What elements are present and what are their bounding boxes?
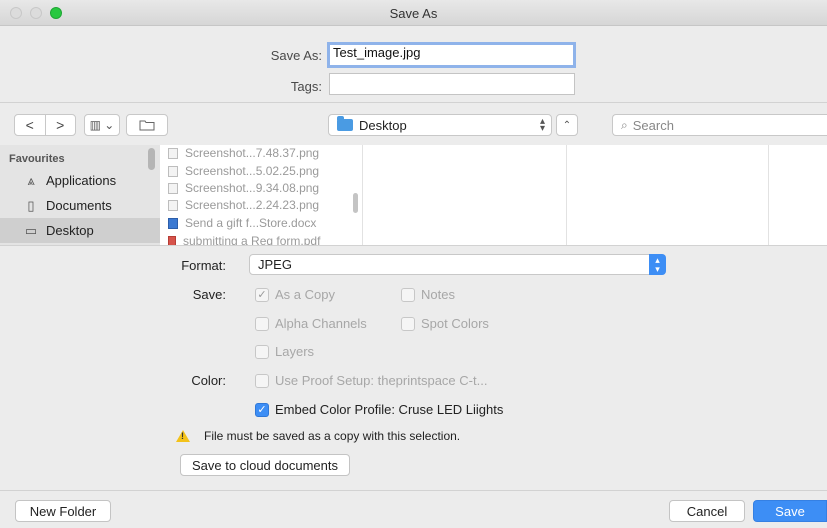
chevron-updown-icon: ▴ ▾ <box>649 254 666 275</box>
alpha-channels-checkbox[interactable]: Alpha Channels <box>255 316 367 331</box>
file-item[interactable]: Screenshot...5.02.25.png <box>168 164 319 178</box>
checkmark-icon: ✓ <box>255 402 269 417</box>
file-name: Screenshot...9.34.08.png <box>185 181 320 195</box>
warning-text: File must be saved as a copy with this s… <box>204 429 461 443</box>
save-options-label: Save: <box>192 287 226 302</box>
column-divider <box>768 145 769 245</box>
applications-icon: ⩓ <box>27 172 35 188</box>
new-folder-button[interactable]: New Folder <box>15 500 111 522</box>
embed-color-profile-checkbox[interactable]: ✓ Embed Color Profile: Cruse LED Liights <box>255 402 503 417</box>
image-file-icon <box>168 165 178 177</box>
chevron-up-icon: ⌃ <box>562 119 572 131</box>
checkbox-box <box>255 344 269 359</box>
sidebar-item-applications[interactable]: ⩓ Applications <box>0 168 160 193</box>
file-item[interactable]: Screenshot...7.48.37.png <box>168 146 319 160</box>
tags-label: Tags: <box>290 79 322 94</box>
layers-checkbox[interactable]: Layers <box>255 344 314 359</box>
format-value: JPEG <box>258 257 292 272</box>
checkbox-label: Embed Color Profile: Cruse LED Liights <box>275 402 504 417</box>
divider <box>0 102 827 103</box>
search-field[interactable]: ⌕ Search <box>612 114 827 136</box>
use-proof-setup-checkbox[interactable]: Use Proof Setup: theprintspace C-t... <box>255 373 487 388</box>
pdf-file-icon <box>168 235 176 245</box>
image-file-icon <box>168 199 178 211</box>
checkbox-label: As a Copy <box>275 287 335 302</box>
back-button[interactable]: < <box>15 115 46 135</box>
title-bar: Save As <box>0 0 827 26</box>
checkbox-box <box>255 373 269 388</box>
checkbox-label: Alpha Channels <box>275 316 367 331</box>
divider <box>0 490 827 491</box>
expand-collapse-button[interactable]: ⌃ <box>556 114 578 136</box>
search-icon: ⌕ <box>621 117 628 132</box>
color-label: Color: <box>191 373 226 388</box>
checkbox-label: Layers <box>275 344 315 359</box>
sidebar-item-desktop[interactable]: ▭ Desktop <box>0 218 160 243</box>
warning-icon: ! <box>176 430 190 442</box>
location-dropdown[interactable]: Desktop ▴ ▾ <box>328 114 552 136</box>
file-browser: Screenshot...7.48.37.png Screenshot...5.… <box>160 145 827 245</box>
as-a-copy-checkbox[interactable]: ✓ As a Copy <box>255 287 335 302</box>
sidebar-item-label: Desktop <box>46 223 94 238</box>
column-divider <box>566 145 567 245</box>
sidebar-item-label: Applications <box>46 173 117 188</box>
new-folder-toolbar-button[interactable] <box>126 114 168 136</box>
file-item[interactable]: Send a gift f...Store.docx <box>168 216 316 230</box>
sidebar-header: Favourites <box>9 153 65 165</box>
file-name: Screenshot...2.24.23.png <box>185 198 320 212</box>
divider <box>0 245 827 246</box>
file-name: Send a gift f...Store.docx <box>185 216 317 230</box>
tags-input[interactable] <box>329 73 575 95</box>
checkbox-label: Notes <box>421 287 455 302</box>
file-item[interactable]: Screenshot...2.24.23.png <box>168 198 319 212</box>
cancel-button[interactable]: Cancel <box>669 500 745 522</box>
checkbox-box <box>401 287 415 302</box>
checkbox-label: Spot Colors <box>421 316 489 331</box>
file-item[interactable]: submitting a Req form.pdf <box>168 234 320 245</box>
checkbox-box <box>401 316 415 331</box>
image-file-icon <box>168 182 178 194</box>
file-list-scrollbar[interactable] <box>353 193 358 213</box>
location-label: Desktop <box>359 117 407 133</box>
image-file-icon <box>168 147 178 159</box>
desktop-icon: ▭ <box>24 222 38 238</box>
documents-icon: ▯ <box>27 197 35 213</box>
warning-message: ! File must be saved as a copy with this… <box>176 429 460 443</box>
view-mode-button[interactable]: ▥ ⌄ <box>84 114 120 136</box>
checkmark-icon: ✓ <box>255 287 269 302</box>
folder-icon <box>337 116 353 131</box>
save-to-cloud-button[interactable]: Save to cloud documents <box>180 454 350 476</box>
sidebar-scrollbar[interactable] <box>148 148 155 170</box>
file-item[interactable]: Screenshot...9.34.08.png <box>168 181 319 195</box>
sidebar-item-documents[interactable]: ▯ Documents <box>0 193 160 218</box>
sidebar: Favourites ⩓ Applications ▯ Documents ▭ … <box>0 145 160 245</box>
save-as-label: Save As: <box>270 48 322 63</box>
word-document-icon <box>168 217 178 229</box>
back-forward-control: < > <box>14 114 76 136</box>
chevron-updown-icon: ▴ ▾ <box>539 116 545 134</box>
sidebar-item-label: Documents <box>46 198 112 213</box>
save-button[interactable]: Save <box>753 500 827 522</box>
forward-button[interactable]: > <box>46 115 76 135</box>
format-label: Format: <box>181 258 226 273</box>
format-select[interactable]: JPEG ▴ ▾ <box>249 254 666 275</box>
window-title: Save As <box>389 6 438 21</box>
filename-input[interactable]: Test_image.jpg <box>327 42 576 68</box>
search-placeholder: Search <box>632 117 674 133</box>
file-name: Screenshot...7.48.37.png <box>185 146 320 160</box>
column-divider <box>362 145 363 245</box>
spot-colors-checkbox[interactable]: Spot Colors <box>401 316 489 331</box>
checkbox-box <box>255 316 269 331</box>
file-name: Screenshot...5.02.25.png <box>185 164 320 178</box>
notes-checkbox[interactable]: Notes <box>401 287 455 302</box>
file-name: submitting a Req form.pdf <box>183 234 321 245</box>
new-folder-icon <box>139 120 155 131</box>
checkbox-label: Use Proof Setup: theprintspace C-t... <box>275 373 488 388</box>
